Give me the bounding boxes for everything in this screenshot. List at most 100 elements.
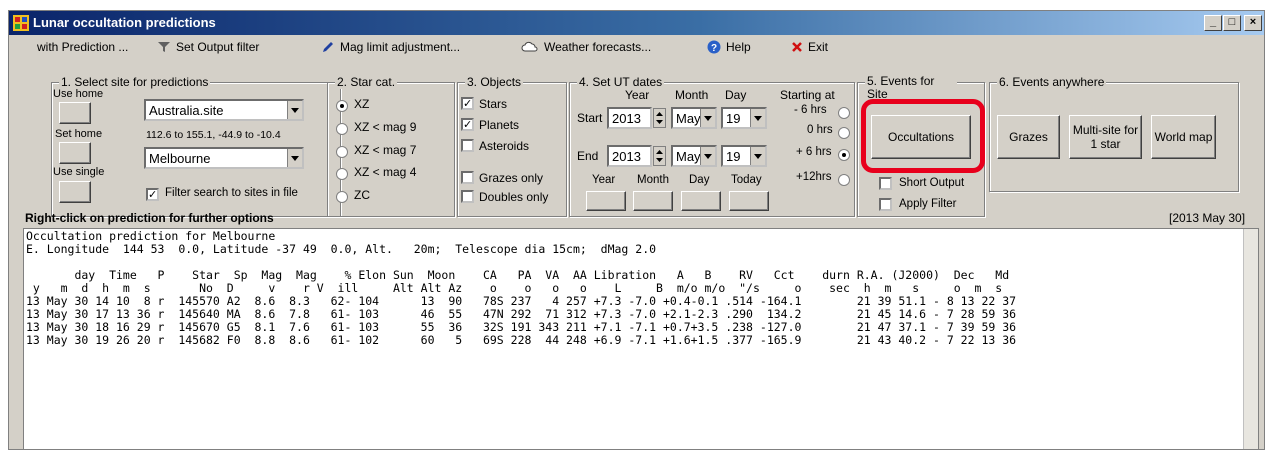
- output-line: E. Longitude 144 53 0.0, Latitude -37 49…: [26, 242, 657, 256]
- help-icon: ?: [707, 40, 721, 54]
- chevron-down-icon: [287, 101, 302, 119]
- close-button[interactable]: ×: [1244, 15, 1262, 31]
- maximize-button[interactable]: □: [1223, 15, 1241, 31]
- site-name-value: Melbourne: [149, 151, 211, 166]
- vertical-scrollbar[interactable]: [1243, 229, 1258, 449]
- starcat-label-xz7: XZ < mag 7: [354, 143, 417, 157]
- use-home-label: Use home: [53, 88, 104, 100]
- exit-x-icon: [792, 42, 802, 52]
- short-output-checkbox[interactable]: [879, 177, 892, 190]
- set-home-label: Set home: [55, 128, 103, 140]
- site-name-select[interactable]: Melbourne: [144, 147, 304, 169]
- menu-help[interactable]: ? Help: [707, 39, 751, 55]
- spin-arrows-icon: [656, 150, 663, 162]
- site-group-legend: 1. Select site for predictions: [59, 75, 211, 89]
- end-month-select[interactable]: May: [671, 145, 717, 167]
- site-file-value: Australia.site: [149, 103, 224, 118]
- end-year-spinner[interactable]: [653, 146, 666, 166]
- chevron-down-icon: [750, 147, 765, 165]
- cloud-icon: [521, 41, 538, 52]
- grazes-only-checkbox[interactable]: [461, 171, 474, 184]
- starcat-radio-xz9[interactable]: [336, 123, 348, 135]
- world-map-button[interactable]: World map: [1151, 115, 1216, 159]
- end-day-value: 19: [726, 149, 741, 164]
- start-plus6-radio[interactable]: [838, 149, 850, 161]
- stars-checkbox[interactable]: ✓: [461, 97, 474, 110]
- objects-group-legend: 3. Objects: [465, 75, 524, 89]
- end-year-field[interactable]: 2013: [607, 145, 652, 167]
- menu-mag-limit[interactable]: Mag limit adjustment...: [321, 39, 460, 55]
- start-0-radio[interactable]: [838, 127, 850, 139]
- grazes-button[interactable]: Grazes: [997, 115, 1060, 159]
- start-plus6-label: + 6 hrs: [796, 146, 832, 158]
- chevron-down-icon: [700, 109, 715, 127]
- menu-set-output-filter-label: Set Output filter: [176, 40, 260, 54]
- start-year-spinner[interactable]: [653, 108, 666, 128]
- month-button-label: Month: [637, 174, 669, 186]
- use-single-button[interactable]: [59, 181, 91, 203]
- today-button-label: Today: [731, 174, 762, 186]
- starcat-radio-zc[interactable]: [336, 191, 348, 203]
- apply-filter-checkbox[interactable]: [879, 198, 892, 211]
- end-label: End: [577, 149, 599, 163]
- chevron-down-icon: [750, 109, 765, 127]
- starcat-label-xz9: XZ < mag 9: [354, 120, 417, 134]
- svg-text:?: ?: [711, 43, 717, 54]
- today-button[interactable]: [729, 191, 769, 211]
- start-0-label: 0 hrs: [807, 124, 833, 136]
- multisite-button[interactable]: Multi-site for 1 star: [1069, 115, 1142, 159]
- menu-weather[interactable]: Weather forecasts...: [521, 39, 651, 55]
- planets-label: Planets: [479, 118, 520, 132]
- doubles-only-label: Doubles only: [479, 190, 549, 204]
- start-plus12-radio[interactable]: [838, 174, 850, 186]
- short-output-label: Short Output: [899, 177, 965, 189]
- filter-sites-label: Filter search to sites in file: [165, 187, 298, 199]
- asteroids-checkbox[interactable]: [461, 139, 474, 152]
- prediction-output[interactable]: Occultation prediction for Melbourne E. …: [23, 228, 1259, 449]
- starcat-label-xz: XZ: [354, 97, 370, 111]
- menu-help-label: Help: [726, 40, 751, 54]
- start-day-select[interactable]: 19: [721, 107, 767, 129]
- site-range-text: 112.6 to 155.1, -44.9 to -10.4: [146, 129, 281, 141]
- menu-with-prediction[interactable]: with Prediction ...: [37, 39, 128, 55]
- starcat-radio-xz4[interactable]: [336, 168, 348, 180]
- day-button[interactable]: [681, 191, 721, 211]
- filter-icon: [158, 42, 170, 52]
- start-label: Start: [577, 111, 603, 125]
- end-year-value: 2013: [612, 149, 641, 164]
- end-month-value: May: [676, 149, 701, 164]
- menu-exit[interactable]: Exit: [791, 39, 828, 55]
- start-minus6-radio[interactable]: [838, 107, 850, 119]
- grazes-only-label: Grazes only: [479, 171, 544, 185]
- set-home-button[interactable]: [59, 142, 91, 164]
- start-year-field[interactable]: 2013: [607, 107, 652, 129]
- menu-set-output-filter[interactable]: Set Output filter: [157, 39, 259, 55]
- month-button[interactable]: [633, 191, 673, 211]
- starcat-radio-xz[interactable]: [336, 100, 348, 112]
- starcat-group-legend: 2. Star cat.: [335, 75, 398, 89]
- use-home-button[interactable]: [59, 102, 91, 124]
- planets-checkbox[interactable]: ✓: [461, 118, 474, 131]
- doubles-only-checkbox[interactable]: [461, 190, 474, 203]
- main-window: Lunar occultation predictions _ □ × with…: [8, 10, 1265, 450]
- year-button[interactable]: [586, 191, 626, 211]
- start-month-select[interactable]: May: [671, 107, 717, 129]
- pencil-icon: [323, 42, 333, 52]
- month-header: Month: [675, 88, 709, 102]
- starcat-label-zc: ZC: [354, 188, 370, 202]
- filter-sites-checkbox[interactable]: ✓: [146, 188, 159, 201]
- starcat-radio-xz7[interactable]: [336, 146, 348, 158]
- stars-label: Stars: [479, 97, 508, 111]
- output-line[interactable]: 13 May 30 19 26 20 r 145682 F0 8.8 8.6 6…: [26, 334, 1016, 347]
- site-file-select[interactable]: Australia.site: [144, 99, 304, 121]
- title-bar[interactable]: Lunar occultation predictions _ □ ×: [9, 11, 1264, 35]
- menu-exit-label: Exit: [808, 40, 829, 54]
- date-stamp: [2013 May 30]: [1169, 211, 1246, 225]
- start-plus12-label: +12hrs: [796, 171, 832, 183]
- chevron-down-icon: [700, 147, 715, 165]
- minimize-button[interactable]: _: [1204, 15, 1222, 31]
- right-click-hint: Right-click on prediction for further op…: [25, 211, 274, 225]
- start-year-value: 2013: [612, 111, 641, 126]
- end-day-select[interactable]: 19: [721, 145, 767, 167]
- start-minus6-label: - 6 hrs: [794, 104, 827, 116]
